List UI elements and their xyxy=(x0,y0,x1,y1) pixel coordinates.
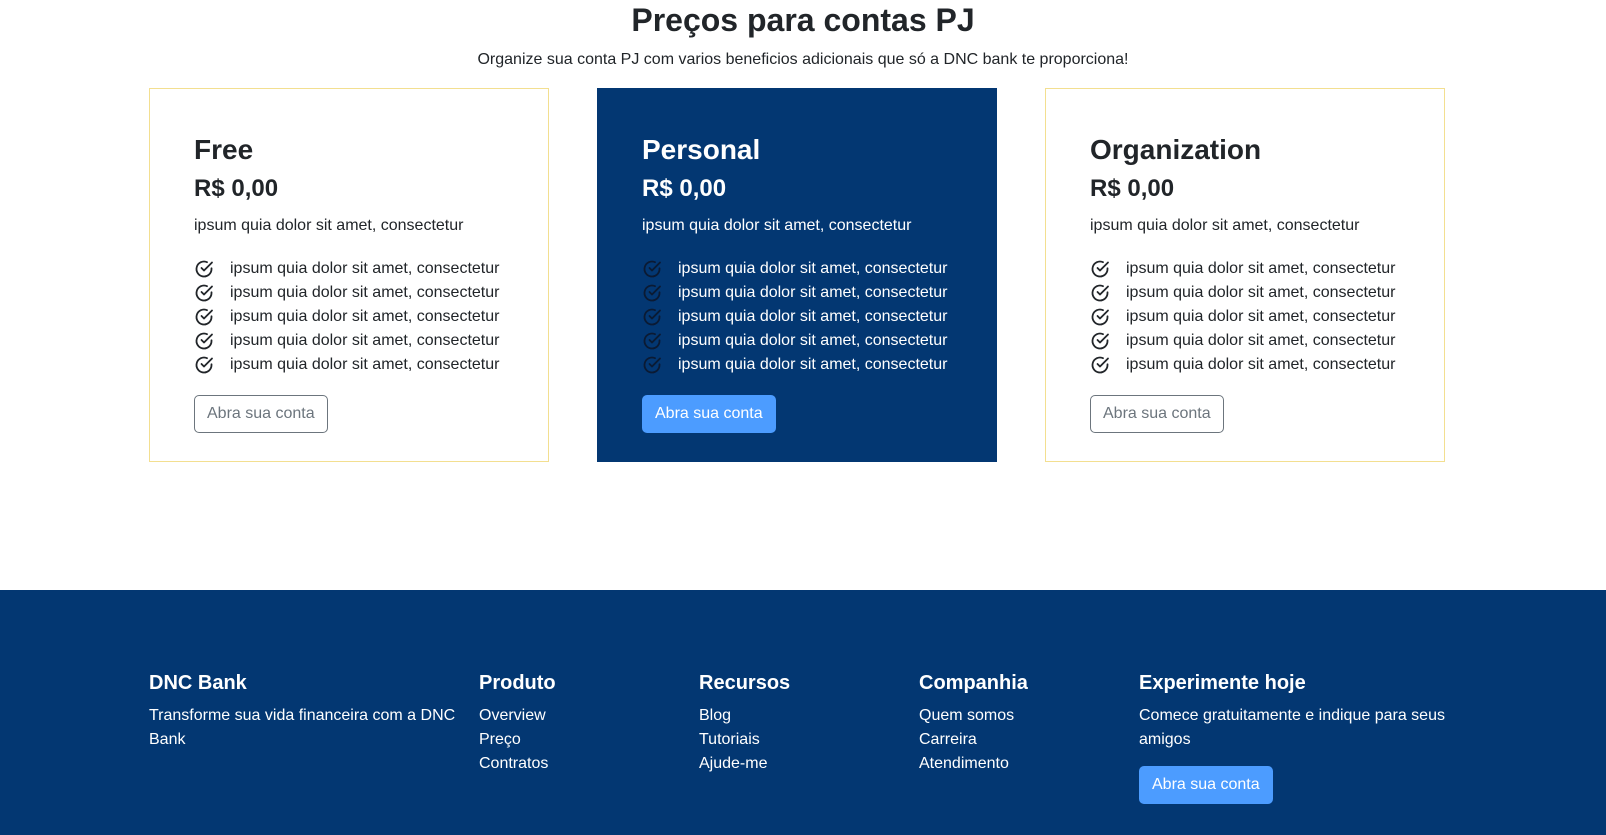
footer-recursos: Recursos Blog Tutoriais Ajude-me xyxy=(699,672,790,776)
footer-heading: Recursos xyxy=(699,672,791,694)
feature-text: ipsum quia dolor sit amet, consectetur xyxy=(1126,308,1396,325)
plan-card-personal: Personal R$ 0,00 ipsum quia dolor sit am… xyxy=(597,88,997,462)
plan-price: R$ 0,00 xyxy=(194,175,279,202)
pricing-subtitle: Organize sua conta PJ com varios benefic… xyxy=(477,51,1129,68)
plan-name: Personal xyxy=(642,134,761,165)
feature-text: ipsum quia dolor sit amet, consectetur xyxy=(678,356,948,373)
feature-text: ipsum quia dolor sit amet, consectetur xyxy=(1126,356,1396,373)
feature-item: ipsum quia dolor sit amet, consectetur xyxy=(642,329,996,353)
feature-text: ipsum quia dolor sit amet, consectetur xyxy=(230,356,500,373)
footer-link-blog[interactable]: Blog xyxy=(699,704,790,728)
footer-companhia: Companhia Quem somos Carreira Atendiment… xyxy=(919,672,1028,776)
check-circle-icon xyxy=(194,259,214,279)
feature-text: ipsum quia dolor sit amet, consectetur xyxy=(1126,260,1396,277)
check-circle-icon xyxy=(194,355,214,375)
feature-item: ipsum quia dolor sit amet, consectetur xyxy=(642,353,996,377)
plan-description: ipsum quia dolor sit amet, consectetur xyxy=(1090,217,1360,234)
feature-item: ipsum quia dolor sit amet, consectetur xyxy=(194,281,548,305)
footer-link-atendimento[interactable]: Atendimento xyxy=(919,752,1028,776)
feature-text: ipsum quia dolor sit amet, consectetur xyxy=(230,332,500,349)
plan-price: R$ 0,00 xyxy=(642,175,727,202)
check-circle-icon xyxy=(1090,283,1110,303)
check-circle-icon xyxy=(642,283,662,303)
footer-heading: Experimente hoje xyxy=(1139,672,1306,694)
feature-item: ipsum quia dolor sit amet, consectetur xyxy=(642,257,996,281)
plan-name: Organization xyxy=(1090,134,1262,165)
feature-item: ipsum quia dolor sit amet, consectetur xyxy=(1090,281,1444,305)
feature-text: ipsum quia dolor sit amet, consectetur xyxy=(678,308,948,325)
plan-name: Free xyxy=(194,134,254,165)
feature-list: ipsum quia dolor sit amet, consectetur i… xyxy=(194,257,548,377)
footer-brand-text: Transforme sua vida financeira com a DNC… xyxy=(149,707,456,748)
footer-link-ajude-me[interactable]: Ajude-me xyxy=(699,752,790,776)
feature-item: ipsum quia dolor sit amet, consectetur xyxy=(642,281,996,305)
footer-link-carreira[interactable]: Carreira xyxy=(919,728,1028,752)
open-account-button[interactable]: Abra sua conta xyxy=(1139,766,1273,804)
feature-text: ipsum quia dolor sit amet, consectetur xyxy=(230,284,500,301)
footer-link-preco[interactable]: Preço xyxy=(479,728,556,752)
footer: DNC Bank Transforme sua vida financeira … xyxy=(0,590,1606,835)
open-account-button[interactable]: Abra sua conta xyxy=(1090,395,1224,433)
check-circle-icon xyxy=(194,283,214,303)
footer-brand-title: DNC Bank xyxy=(149,672,247,694)
footer-link-contratos[interactable]: Contratos xyxy=(479,752,556,776)
footer-cta-text: Comece gratuitamente e indique para seus… xyxy=(1139,707,1445,748)
plan-card-organization: Organization R$ 0,00 ipsum quia dolor si… xyxy=(1045,88,1445,462)
feature-list: ipsum quia dolor sit amet, consectetur i… xyxy=(642,257,996,377)
feature-item: ipsum quia dolor sit amet, consectetur xyxy=(642,305,996,329)
footer-link-overview[interactable]: Overview xyxy=(479,704,556,728)
check-circle-icon xyxy=(194,307,214,327)
pricing-title: Preços para contas PJ xyxy=(631,2,975,38)
check-circle-icon xyxy=(1090,259,1110,279)
plan-price: R$ 0,00 xyxy=(1090,175,1175,202)
footer-heading: Produto xyxy=(479,672,556,694)
feature-item: ipsum quia dolor sit amet, consectetur xyxy=(1090,257,1444,281)
feature-text: ipsum quia dolor sit amet, consectetur xyxy=(230,260,500,277)
footer-link-quem-somos[interactable]: Quem somos xyxy=(919,704,1028,728)
footer-produto: Produto Overview Preço Contratos xyxy=(479,672,556,776)
check-circle-icon xyxy=(1090,355,1110,375)
feature-text: ipsum quia dolor sit amet, consectetur xyxy=(678,260,948,277)
feature-item: ipsum quia dolor sit amet, consectetur xyxy=(1090,329,1444,353)
footer-brand: DNC Bank Transforme sua vida financeira … xyxy=(149,672,459,752)
open-account-button[interactable]: Abra sua conta xyxy=(642,395,776,433)
plan-card-free: Free R$ 0,00 ipsum quia dolor sit amet, … xyxy=(149,88,549,462)
feature-text: ipsum quia dolor sit amet, consectetur xyxy=(678,284,948,301)
feature-item: ipsum quia dolor sit amet, consectetur xyxy=(1090,305,1444,329)
feature-text: ipsum quia dolor sit amet, consectetur xyxy=(230,308,500,325)
feature-item: ipsum quia dolor sit amet, consectetur xyxy=(1090,353,1444,377)
check-circle-icon xyxy=(642,331,662,351)
page: Preços para contas PJ Organize sua conta… xyxy=(0,0,1606,835)
feature-text: ipsum quia dolor sit amet, consectetur xyxy=(678,332,948,349)
check-circle-icon xyxy=(642,355,662,375)
footer-heading: Companhia xyxy=(919,672,1028,694)
feature-item: ipsum quia dolor sit amet, consectetur xyxy=(194,353,548,377)
feature-item: ipsum quia dolor sit amet, consectetur xyxy=(194,305,548,329)
feature-text: ipsum quia dolor sit amet, consectetur xyxy=(1126,332,1396,349)
check-circle-icon xyxy=(1090,331,1110,351)
check-circle-icon xyxy=(1090,307,1110,327)
check-circle-icon xyxy=(642,307,662,327)
feature-item: ipsum quia dolor sit amet, consectetur xyxy=(194,329,548,353)
open-account-button[interactable]: Abra sua conta xyxy=(194,395,328,433)
footer-link-tutoriais[interactable]: Tutoriais xyxy=(699,728,790,752)
feature-text: ipsum quia dolor sit amet, consectetur xyxy=(1126,284,1396,301)
feature-item: ipsum quia dolor sit amet, consectetur xyxy=(194,257,548,281)
check-circle-icon xyxy=(642,259,662,279)
plan-description: ipsum quia dolor sit amet, consectetur xyxy=(194,217,464,234)
plan-description: ipsum quia dolor sit amet, consectetur xyxy=(642,217,912,234)
footer-cta: Experimente hoje Comece gratuitamente e … xyxy=(1139,672,1459,804)
feature-list: ipsum quia dolor sit amet, consectetur i… xyxy=(1090,257,1444,377)
check-circle-icon xyxy=(194,331,214,351)
